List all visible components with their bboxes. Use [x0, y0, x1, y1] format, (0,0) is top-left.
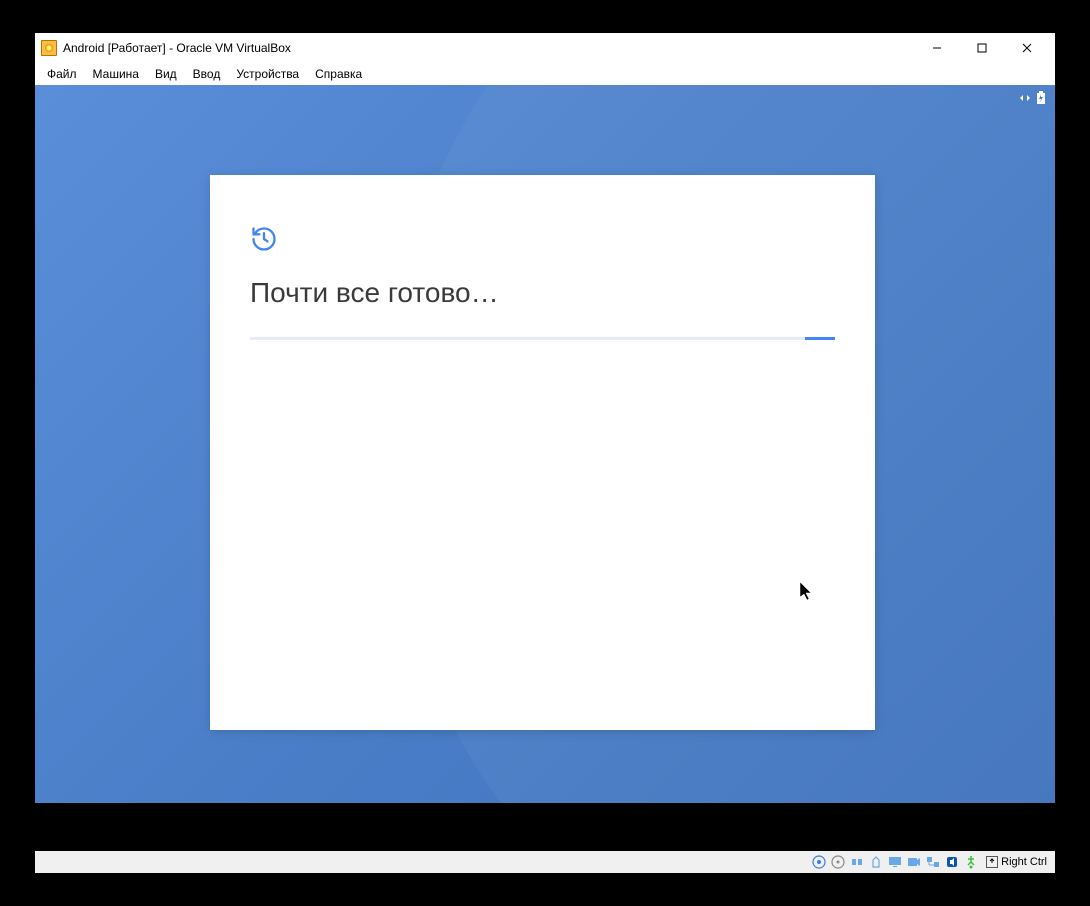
outer-frame: Android [Работает] - Oracle VM VirtualBo… — [0, 0, 1090, 906]
minimize-button[interactable] — [914, 34, 959, 62]
host-key-indicator[interactable]: Right Ctrl — [982, 856, 1051, 868]
shared-folders-icon[interactable] — [868, 854, 884, 870]
menu-file[interactable]: Файл — [39, 65, 85, 83]
mouse-integration-icon[interactable] — [963, 854, 979, 870]
usb-icon[interactable] — [849, 854, 865, 870]
menu-machine[interactable]: Машина — [85, 65, 147, 83]
progress-indicator — [805, 337, 835, 340]
menu-view[interactable]: Вид — [147, 65, 185, 83]
display-icon[interactable] — [887, 854, 903, 870]
network-status-icon[interactable] — [925, 854, 941, 870]
close-button[interactable] — [1004, 34, 1049, 62]
menu-help[interactable]: Справка — [307, 65, 370, 83]
progress-bar — [250, 337, 835, 340]
setup-headline: Почти все готово… — [250, 277, 835, 309]
android-screen: Почти все готово… — [35, 85, 1055, 831]
audio-icon[interactable] — [944, 854, 960, 870]
history-icon — [250, 225, 278, 253]
menubar: Файл Машина Вид Ввод Устройства Справка — [35, 63, 1055, 85]
maximize-button[interactable] — [959, 34, 1004, 62]
menu-input[interactable]: Ввод — [185, 65, 229, 83]
window-title: Android [Работает] - Oracle VM VirtualBo… — [63, 41, 914, 55]
android-navbar — [35, 803, 1055, 851]
optical-icon[interactable] — [830, 854, 846, 870]
vm-display[interactable]: Почти все готово… — [35, 85, 1055, 851]
android-status-bar — [1019, 91, 1045, 107]
window-controls — [914, 34, 1049, 62]
vbox-status-bar: Right Ctrl — [35, 851, 1055, 873]
host-key-label: Right Ctrl — [1001, 856, 1047, 868]
setup-card: Почти все готово… — [210, 175, 875, 730]
menu-devices[interactable]: Устройства — [228, 65, 307, 83]
recording-icon[interactable] — [906, 854, 922, 870]
virtualbox-window: Android [Работает] - Oracle VM VirtualBo… — [35, 33, 1055, 873]
network-icon — [1019, 92, 1031, 107]
battery-icon — [1037, 91, 1045, 107]
harddisk-icon[interactable] — [811, 854, 827, 870]
keyboard-icon — [986, 856, 998, 868]
virtualbox-app-icon — [41, 40, 57, 56]
titlebar: Android [Работает] - Oracle VM VirtualBo… — [35, 33, 1055, 63]
